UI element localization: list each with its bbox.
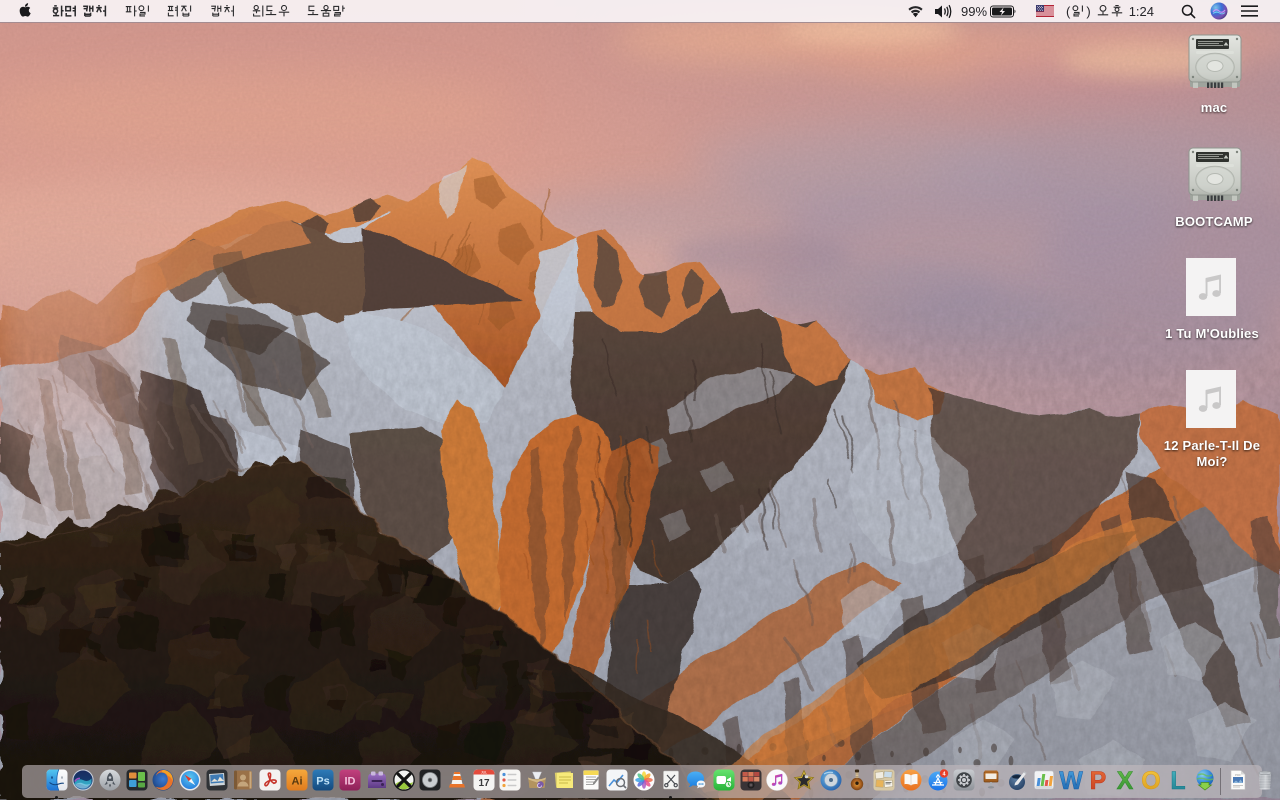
svg-text:W: W — [1059, 767, 1083, 795]
svg-text:JUL: JUL — [481, 771, 487, 775]
svg-text:X: X — [1117, 767, 1134, 795]
svg-text:O: O — [1141, 767, 1160, 795]
svg-text:Ps: Ps — [316, 776, 329, 788]
svg-text:L: L — [1170, 767, 1185, 795]
svg-text:Ai: Ai — [292, 776, 303, 788]
svg-text:PDF: PDF — [1235, 773, 1241, 777]
svg-text:P: P — [1090, 767, 1107, 795]
svg-text:17: 17 — [478, 778, 490, 789]
svg-text:ID: ID — [345, 776, 356, 788]
